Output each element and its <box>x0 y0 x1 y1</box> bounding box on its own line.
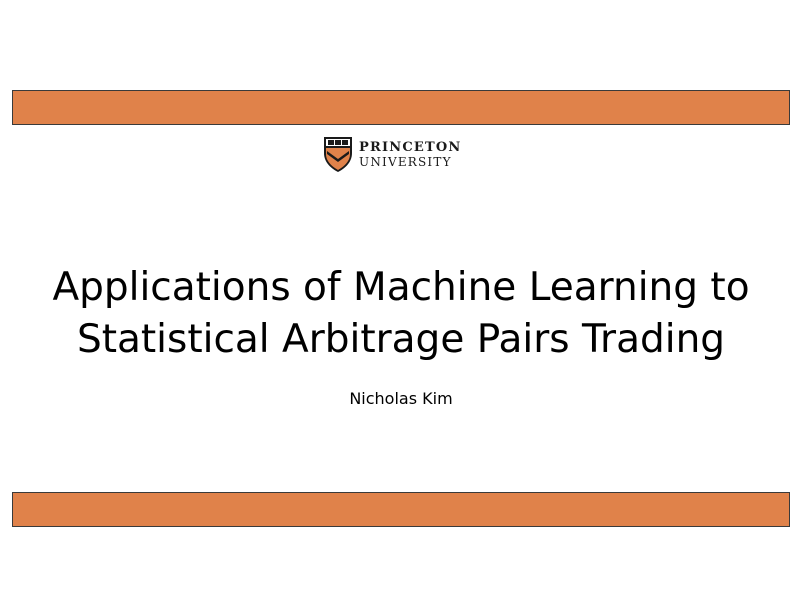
slide-title: Applications of Machine Learning to Stat… <box>0 262 802 366</box>
princeton-shield-icon <box>323 135 353 173</box>
princeton-logo: PRINCETON UNIVERSITY <box>323 134 461 174</box>
author-name: Nicholas Kim <box>349 389 453 408</box>
logo-line-1: PRINCETON <box>359 139 462 155</box>
top-orange-band <box>12 90 790 125</box>
logo-wordmark: PRINCETON UNIVERSITY <box>359 141 461 168</box>
bottom-orange-band <box>12 492 790 527</box>
title-line-2: Statistical Arbitrage Pairs Trading <box>76 317 726 362</box>
logo-line-2: UNIVERSITY <box>359 154 452 169</box>
title-line-1: Applications of Machine Learning to <box>52 265 750 310</box>
